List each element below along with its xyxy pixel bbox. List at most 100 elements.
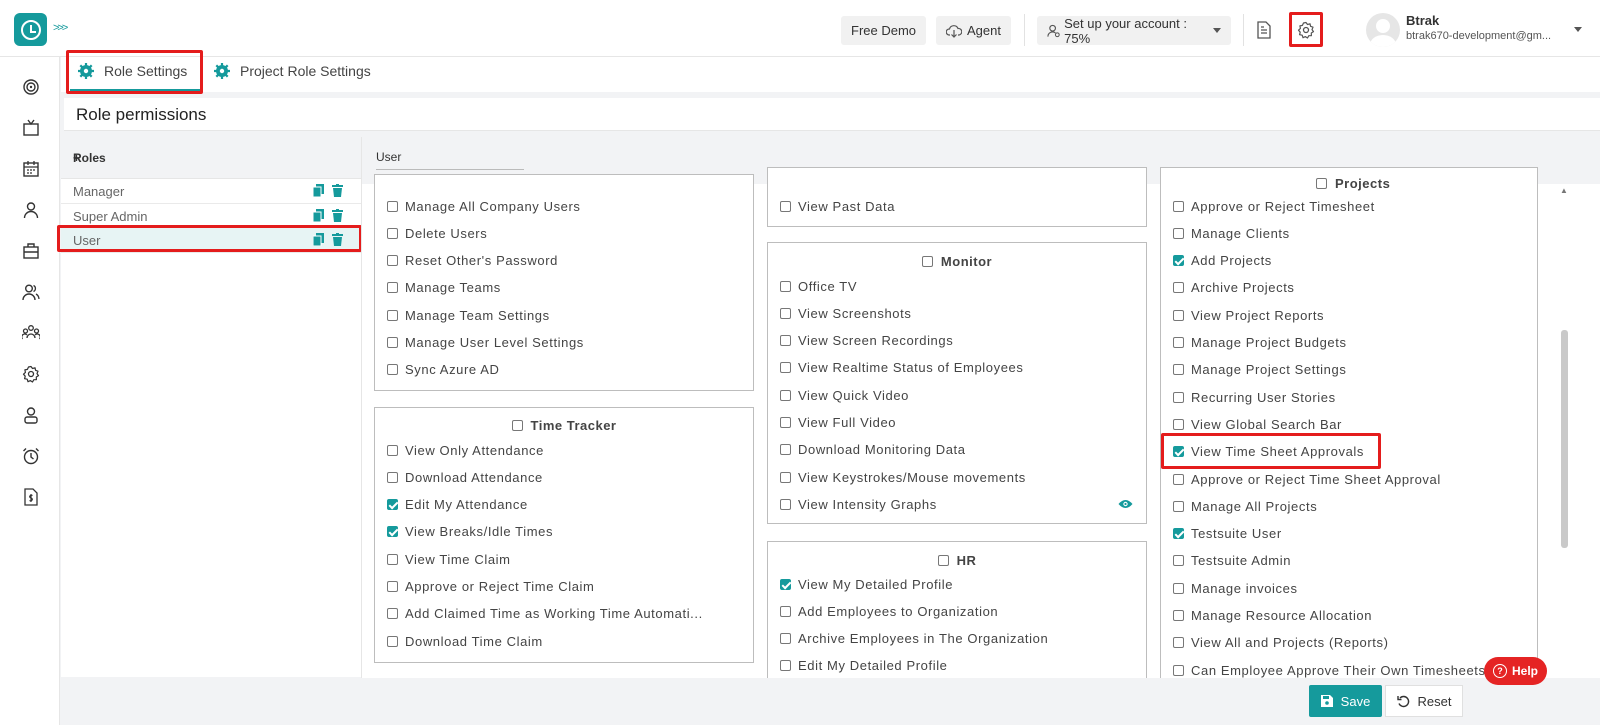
save-button[interactable]: Save xyxy=(1309,685,1382,717)
permission-item[interactable]: Manage Project Budgets xyxy=(1173,334,1347,352)
permission-item[interactable]: Manage Resource Allocation xyxy=(1173,607,1372,625)
permission-checkbox[interactable] xyxy=(780,307,791,319)
avatar[interactable] xyxy=(1366,13,1400,47)
permission-item[interactable]: Manage Team Settings xyxy=(387,306,550,324)
permission-item[interactable]: Office TV xyxy=(780,277,857,295)
permission-item[interactable]: Download Attendance xyxy=(387,468,543,486)
permission-checkbox[interactable] xyxy=(387,364,398,376)
document-icon[interactable] xyxy=(1251,17,1277,43)
permission-item[interactable]: Sync Azure AD xyxy=(387,361,500,379)
projects-select-all-checkbox[interactable] xyxy=(1316,178,1327,189)
permission-checkbox[interactable] xyxy=(780,417,791,428)
expand-sidebar-icon[interactable]: >>> xyxy=(53,22,68,34)
users-icon[interactable] xyxy=(21,282,41,302)
scrollbar-thumb[interactable] xyxy=(1561,330,1568,548)
alarm-icon[interactable] xyxy=(21,446,41,466)
permission-item[interactable]: Recurring User Stories xyxy=(1173,388,1336,406)
permission-item[interactable]: Download Monitoring Data xyxy=(780,441,966,459)
permission-checkbox[interactable] xyxy=(387,608,398,620)
permission-item[interactable]: View Global Search Bar xyxy=(1173,415,1342,433)
permission-item[interactable]: Add Employees to Organization xyxy=(780,602,998,620)
permission-item[interactable]: View Screenshots xyxy=(780,304,911,322)
permission-item[interactable]: View Past Data xyxy=(780,197,895,215)
permission-checkbox[interactable] xyxy=(387,553,398,565)
permission-item[interactable]: Testsuite Admin xyxy=(1173,552,1291,570)
permission-checkbox[interactable] xyxy=(387,471,398,483)
permission-checkbox[interactable] xyxy=(387,309,398,321)
copy-icon[interactable] xyxy=(313,209,324,222)
setup-account-dropdown[interactable]: Set up your account : 75% xyxy=(1037,16,1231,46)
permission-checkbox[interactable] xyxy=(780,578,791,590)
permission-item[interactable]: View Breaks/Idle Times xyxy=(387,523,553,541)
permission-checkbox[interactable] xyxy=(780,660,791,672)
permission-item[interactable]: View Realtime Status of Employees xyxy=(780,359,1024,377)
permission-checkbox[interactable] xyxy=(1173,255,1184,267)
permission-item[interactable]: Delete Users xyxy=(387,224,487,242)
eye-icon[interactable] xyxy=(1118,499,1133,509)
permission-checkbox[interactable] xyxy=(387,200,398,212)
permission-checkbox[interactable] xyxy=(387,526,398,538)
permission-item[interactable]: View Quick Video xyxy=(780,386,909,404)
permission-checkbox[interactable] xyxy=(1173,337,1184,348)
permission-checkbox[interactable] xyxy=(1173,282,1184,294)
permission-item[interactable]: View My Detailed Profile xyxy=(780,575,953,593)
permission-checkbox[interactable] xyxy=(1173,610,1184,621)
permission-checkbox[interactable] xyxy=(387,499,398,511)
briefcase-icon[interactable] xyxy=(21,241,41,261)
permission-checkbox[interactable] xyxy=(387,444,398,456)
trash-icon[interactable] xyxy=(332,209,343,222)
permission-checkbox[interactable] xyxy=(1173,664,1184,676)
permission-checkbox[interactable] xyxy=(1173,200,1184,212)
permission-item[interactable]: View All and Projects (Reports) xyxy=(1173,634,1389,652)
permission-item[interactable]: View Time Claim xyxy=(387,550,511,568)
scroll-up-icon[interactable]: ▲ xyxy=(1560,186,1568,195)
permission-checkbox[interactable] xyxy=(387,635,398,647)
trash-icon[interactable] xyxy=(332,184,343,197)
permission-checkbox[interactable] xyxy=(1173,364,1184,376)
permission-item[interactable]: Archive Employees in The Organization xyxy=(780,630,1048,648)
permission-checkbox[interactable] xyxy=(1173,309,1184,321)
permission-item[interactable]: Manage All Company Users xyxy=(387,197,581,215)
permission-item[interactable]: View Screen Recordings xyxy=(780,332,953,350)
permission-checkbox[interactable] xyxy=(1173,473,1184,485)
permission-item[interactable]: Manage invoices xyxy=(1173,579,1298,597)
permission-item[interactable]: View Full Video xyxy=(780,414,896,432)
profile-icon[interactable] xyxy=(21,405,41,425)
calendar-icon[interactable] xyxy=(21,159,41,179)
permission-checkbox[interactable] xyxy=(1173,418,1184,430)
tv-icon[interactable] xyxy=(21,118,41,138)
permission-item[interactable]: Edit My Detailed Profile xyxy=(780,657,948,675)
permission-checkbox[interactable] xyxy=(1173,391,1184,403)
agent-button[interactable]: Agent xyxy=(936,16,1011,45)
time-tracker-select-all-checkbox[interactable] xyxy=(511,420,523,431)
permission-item[interactable]: Archive Projects xyxy=(1173,279,1295,297)
copy-icon[interactable] xyxy=(313,184,324,197)
permission-item[interactable]: View Project Reports xyxy=(1173,306,1324,324)
team-icon[interactable] xyxy=(21,323,41,343)
reset-button[interactable]: Reset xyxy=(1385,685,1463,717)
free-demo-button[interactable]: Free Demo xyxy=(841,16,927,45)
settings-icon[interactable] xyxy=(21,364,41,384)
tab-role-settings[interactable]: Role Settings xyxy=(78,58,187,84)
permission-item[interactable]: Reset Other's Password xyxy=(387,252,558,270)
permission-checkbox[interactable] xyxy=(780,389,791,401)
permission-item[interactable]: Can Employee Approve Their Own Timesheet… xyxy=(1173,661,1486,678)
monitor-select-all-checkbox[interactable] xyxy=(921,256,933,267)
role-item-manager[interactable]: Manager xyxy=(61,179,361,204)
hr-select-all-checkbox[interactable] xyxy=(937,555,949,566)
permission-item[interactable]: Manage Clients xyxy=(1173,224,1290,242)
permission-item[interactable]: Manage Project Settings xyxy=(1173,361,1346,379)
user-icon[interactable] xyxy=(21,200,41,220)
permission-checkbox[interactable] xyxy=(1173,555,1184,567)
permission-item[interactable]: Edit My Attendance xyxy=(387,496,528,514)
permission-item[interactable]: View Intensity Graphs xyxy=(780,495,937,513)
permission-checkbox[interactable] xyxy=(780,335,791,347)
permission-item[interactable]: Download Time Claim xyxy=(387,632,543,650)
permission-checkbox[interactable] xyxy=(780,633,791,645)
tab-project-role-settings[interactable]: Project Role Settings xyxy=(214,58,371,84)
permission-item[interactable]: Manage User Level Settings xyxy=(387,334,584,352)
invoice-icon[interactable] xyxy=(21,487,41,507)
permission-checkbox[interactable] xyxy=(780,444,791,456)
role-name-input[interactable]: User xyxy=(376,150,524,170)
permission-item[interactable]: View Keystrokes/Mouse movements xyxy=(780,468,1026,486)
